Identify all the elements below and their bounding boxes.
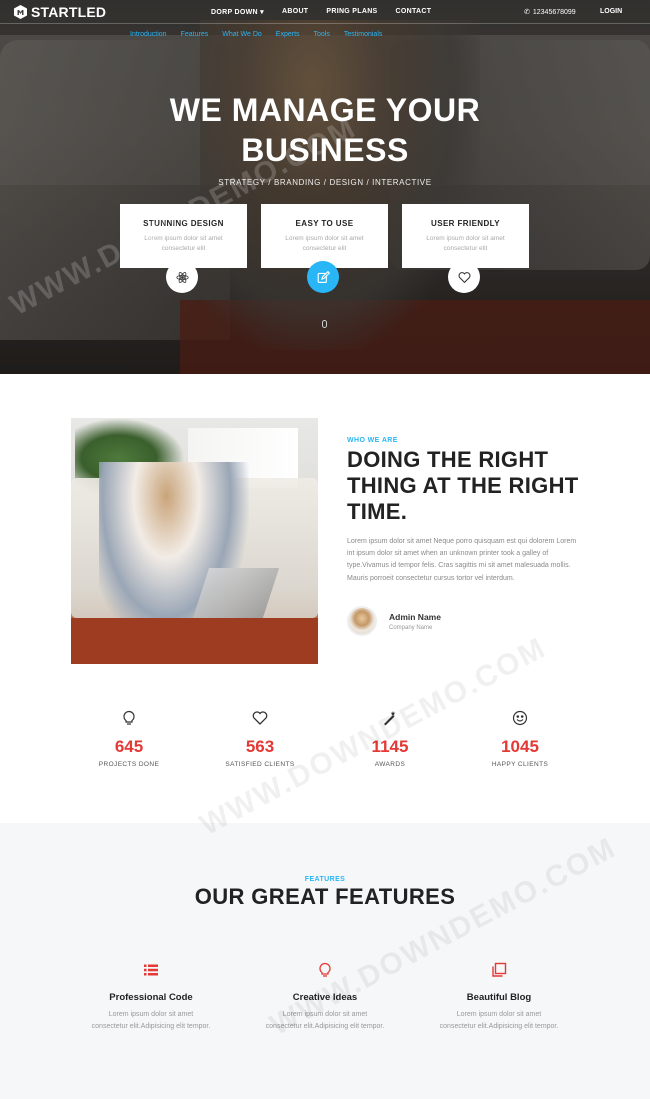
heart-icon (252, 711, 268, 725)
caret-down-icon: ▾ (260, 9, 264, 16)
hero-subtitle: STRATEGY / BRANDING / DESIGN / INTERACTI… (218, 178, 432, 187)
list-icon (144, 964, 158, 976)
subnav-item-experts[interactable]: Experts (276, 31, 300, 38)
stat-projects-done: 645 PROJECTS DONE (64, 710, 194, 768)
feature-text-line2: consectetur elit.Adipisicing elit tempor… (91, 1023, 211, 1030)
features-section (0, 823, 650, 1099)
avatar (347, 606, 377, 636)
nav-item-about[interactable]: ABOUT (282, 8, 308, 16)
about-text: Lorem ipsum dolor sit amet Neque porro q… (347, 538, 577, 582)
heart-icon[interactable] (448, 261, 480, 293)
magic-wand-icon (384, 711, 396, 726)
card-title: USER FRIENDLY (431, 219, 500, 228)
feature-title: Creative Ideas (292, 992, 358, 1003)
photo-rug (71, 618, 318, 664)
stat-label: HAPPY CLIENTS (491, 761, 549, 768)
phone-number[interactable]: ✆ 12345678099 (524, 8, 576, 17)
stat-value: 1145 (371, 737, 409, 756)
edit-icon[interactable] (307, 261, 339, 293)
stat-value: 1045 (501, 737, 539, 756)
feature-text: Lorem ipsum dolor sit amet consectetur el… (61, 1009, 241, 1033)
atom-icon[interactable] (166, 261, 198, 293)
logo-icon (14, 5, 27, 19)
hero-title-line1: WE MANAGE YOUR (169, 92, 481, 128)
brand-name: STARTLED (31, 4, 107, 20)
features-title: OUR GREAT FEATURES (194, 884, 456, 909)
feature-card-easy-to-use[interactable]: EASY TO USE Lorem ipsum dolor sit amet c… (261, 204, 388, 268)
login-link[interactable]: LOGIN (600, 8, 622, 15)
feature-text-line2: consectetur elit.Adipisicing elit tempor… (439, 1023, 559, 1030)
nav-item-dropdown[interactable]: DORP DOWN ▾ (211, 8, 264, 16)
subnav-item-features[interactable]: Features (181, 31, 209, 38)
subnav-item-what-we-do[interactable]: What We Do (222, 31, 262, 38)
admin-company: Company Name (389, 624, 433, 631)
stat-happy-clients: 1045 HAPPY CLIENTS (455, 710, 585, 768)
feature-text: Lorem ipsum dolor sit amet consectetur el… (235, 1009, 415, 1033)
feature-title: Beautiful Blog (466, 992, 532, 1003)
subnav-item-introduction[interactable]: Introduction (130, 31, 167, 38)
admin-name: Admin Name (389, 611, 441, 622)
card-title: STUNNING DESIGN (143, 219, 224, 228)
feature-title: Professional Code (109, 992, 193, 1003)
feature-card-user-friendly[interactable]: USER FRIENDLY Lorem ipsum dolor sit amet… (402, 204, 529, 268)
feature-text-line1: Lorem ipsum dolor sit amet (456, 1011, 542, 1018)
feature-beautiful-blog: Beautiful Blog Lorem ipsum dolor sit ame… (409, 962, 589, 1033)
subnav-item-tools[interactable]: Tools (314, 31, 330, 38)
hero-section: STARTLED DORP DOWN ▾ ABOUT PRING PLANS C… (0, 0, 650, 374)
stat-value: 645 (114, 737, 144, 756)
smile-icon (512, 710, 528, 726)
phone-icon: ✆ (524, 9, 530, 16)
feature-professional-code: Professional Code Lorem ipsum dolor sit … (61, 962, 241, 1033)
phone-text: 12345678099 (532, 8, 576, 16)
feature-text: Lorem ipsum dolor sit amet consectetur el… (409, 1009, 589, 1033)
card-text: Lorem ipsum dolor sit amet consectetur e… (144, 235, 223, 252)
admin-info: Admin Name Company Name (347, 606, 441, 636)
stat-label: PROJECTS DONE (98, 761, 160, 768)
stat-label: SATISFIED CLIENTS (225, 761, 295, 768)
about-eyebrow: WHO WE ARE (347, 437, 398, 444)
stat-label: AWARDS (374, 761, 406, 768)
hero-title: WE MANAGE YOUR BUSINESS (0, 90, 650, 170)
card-text: Lorem ipsum dolor sit amet consectetur e… (426, 235, 505, 252)
subnav-item-testimonials[interactable]: Testimonials (344, 31, 383, 38)
scroll-indicator[interactable] (322, 320, 327, 328)
nav-item-pricing[interactable]: PRING PLANS (326, 8, 377, 16)
stat-satisfied-clients: 563 SATISFIED CLIENTS (195, 710, 325, 768)
section-nav: Introduction Features What We Do Experts… (130, 31, 382, 38)
about-photo (71, 418, 318, 664)
feature-text-line1: Lorem ipsum dolor sit amet (108, 1011, 194, 1018)
stat-value: 563 (245, 737, 275, 756)
nav-item-label: DORP DOWN (211, 9, 258, 16)
main-nav: DORP DOWN ▾ ABOUT PRING PLANS CONTACT (211, 8, 431, 16)
hero-overlay (0, 0, 650, 374)
feature-creative-ideas: Creative Ideas Lorem ipsum dolor sit ame… (235, 962, 415, 1033)
top-navbar: STARTLED DORP DOWN ▾ ABOUT PRING PLANS C… (0, 0, 650, 24)
feature-card-stunning-design[interactable]: STUNNING DESIGN Lorem ipsum dolor sit am… (120, 204, 247, 268)
lightbulb-icon (319, 962, 331, 977)
lightbulb-icon (123, 710, 135, 725)
card-title: EASY TO USE (295, 219, 354, 228)
about-title: DOING THE RIGHT THING AT THE RIGHT TIME. (347, 447, 579, 524)
feature-text-line2: consectetur elit.Adipisicing elit tempor… (265, 1023, 385, 1030)
card-text: Lorem ipsum dolor sit amet consectetur e… (285, 235, 364, 252)
nav-item-contact[interactable]: CONTACT (396, 8, 432, 16)
hero-title-line2: BUSINESS (241, 132, 409, 168)
feature-text-line1: Lorem ipsum dolor sit amet (282, 1011, 368, 1018)
copy-icon (492, 962, 507, 977)
features-eyebrow: FEATURES (304, 876, 346, 883)
stat-awards: 1145 AWARDS (325, 710, 455, 768)
brand-logo[interactable]: STARTLED (14, 4, 106, 20)
